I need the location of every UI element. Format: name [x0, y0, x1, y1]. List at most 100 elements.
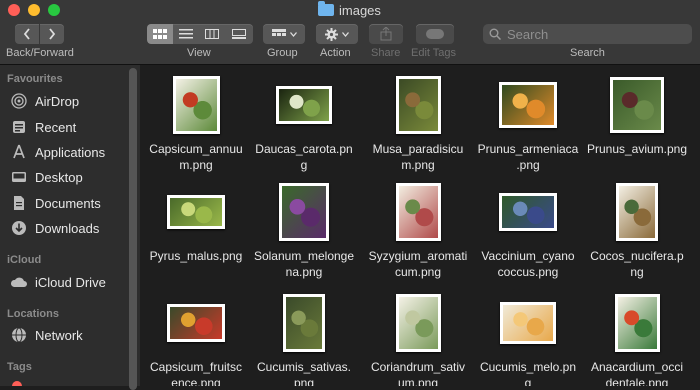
file-item[interactable]: Musa_paradisicu m.png [363, 65, 473, 172]
sidebar-item-documents[interactable]: Documents [10, 192, 101, 214]
file-name-line1: Capsicum_annuu [149, 142, 243, 156]
file-name-line2: na.png [285, 265, 323, 279]
file-thumbnail[interactable] [614, 294, 660, 352]
file-name-line1: Vaccinium_cyano [481, 249, 575, 263]
icon-view-button[interactable] [147, 24, 173, 44]
file-item[interactable]: Capsicum_fruitsc ence.png [141, 283, 251, 386]
file-name-line1: Anacardium_occi [590, 360, 684, 374]
cloud-icon [10, 273, 28, 291]
locations-header: Locations [7, 308, 59, 320]
file-thumbnail[interactable] [276, 86, 332, 124]
share-button[interactable] [369, 24, 403, 44]
back-button[interactable] [15, 24, 39, 44]
chevron-down-icon [289, 31, 297, 37]
search-icon [489, 28, 501, 40]
sidebar-scrollbar[interactable] [129, 68, 137, 390]
applications-icon [10, 143, 28, 161]
sidebar-item-applications[interactable]: Applications [10, 141, 105, 163]
file-thumbnail[interactable] [395, 294, 441, 352]
globe-icon [10, 326, 28, 344]
thumbnail-image [503, 305, 553, 341]
file-item[interactable]: Solanum_melonge na.png [249, 172, 359, 279]
tags-header: Tags [7, 361, 32, 373]
document-icon [10, 194, 28, 212]
file-name-line2: dentale.png [605, 376, 669, 386]
file-item[interactable]: Pyrus_malus.png [141, 172, 251, 279]
action-button[interactable] [316, 24, 358, 44]
file-grid: Capsicum_annuu m.png Daucas_carota.pn g Musa… [141, 65, 700, 386]
file-name-line2: m.png [401, 158, 435, 172]
close-window-button[interactable] [8, 4, 20, 16]
file-thumbnail[interactable] [499, 193, 557, 231]
sidebar-item-recent[interactable]: Recent [10, 116, 76, 138]
sidebar-item-label: Recent [35, 119, 77, 135]
forward-button[interactable] [40, 24, 64, 44]
view-label: View [187, 47, 211, 59]
window-title-text: images [339, 2, 381, 18]
file-thumbnail[interactable] [395, 183, 441, 241]
sidebar: Favourites AirDrop Recent Applications D… [0, 65, 140, 386]
file-thumbnail[interactable] [610, 77, 664, 133]
file-item[interactable]: Prunus_avium.png [582, 65, 692, 172]
file-thumbnail[interactable] [279, 183, 329, 241]
thumbnail-image [398, 186, 438, 238]
file-item[interactable]: Cucumis_sativas.png [249, 283, 359, 386]
folder-icon [318, 1, 334, 16]
thumbnail-image [170, 307, 222, 339]
icloud-header: iCloud [7, 254, 42, 266]
minimize-window-button[interactable] [28, 4, 40, 16]
file-name-line2: cum.png [394, 265, 442, 279]
group-button[interactable] [263, 24, 305, 44]
file-item[interactable]: Daucas_carota.pn g [249, 65, 359, 172]
columns-icon [205, 29, 219, 39]
file-name-line2: um.png [397, 376, 439, 386]
tag-red-dot[interactable] [12, 381, 22, 386]
file-item[interactable]: Anacardium_occi dentale.png [582, 283, 692, 386]
edit-tags-button[interactable] [416, 24, 454, 44]
gallery-icon [232, 29, 246, 39]
file-item[interactable]: Prunus_armeniaca .png [473, 65, 583, 172]
file-item[interactable]: Vaccinium_cyano coccus.png [473, 172, 583, 279]
file-thumbnail[interactable] [172, 76, 220, 134]
file-thumbnail[interactable] [395, 76, 441, 134]
sidebar-item-desktop[interactable]: Desktop [10, 166, 83, 188]
share-label: Share [371, 47, 401, 59]
file-item[interactable]: Cocos_nucifera.p ng [582, 172, 692, 279]
file-item[interactable]: Cucumis_melo.pn g [473, 283, 583, 386]
group-label: Group [267, 47, 298, 59]
desktop-icon [10, 168, 28, 186]
file-name-line1: Coriandrum_sativ [370, 360, 466, 374]
thumbnail-image [613, 80, 661, 130]
gallery-view-button[interactable] [225, 24, 253, 44]
file-name-line2: g [524, 376, 532, 386]
file-thumbnail[interactable] [283, 294, 325, 352]
search-input[interactable] [505, 25, 679, 43]
file-thumbnail[interactable] [167, 195, 225, 229]
file-thumbnail[interactable] [167, 304, 225, 342]
list-view-button[interactable] [173, 24, 199, 44]
file-thumbnail[interactable] [616, 183, 658, 241]
sidebar-item-label: Documents [35, 195, 101, 211]
sidebar-item-icloud-drive[interactable]: iCloud Drive [10, 271, 106, 293]
list-icon [179, 29, 193, 39]
search-field[interactable] [483, 24, 692, 44]
column-view-button[interactable] [199, 24, 225, 44]
thumbnail-image [398, 79, 438, 131]
file-thumbnail[interactable] [499, 82, 557, 128]
file-item[interactable]: Syzygium_aromati cum.png [363, 172, 473, 279]
view-mode-control[interactable] [147, 24, 253, 44]
action-label: Action [320, 47, 351, 59]
file-item[interactable]: Coriandrum_sativ um.png [363, 283, 473, 386]
file-name-line2: m.png [179, 158, 213, 172]
grid-icon [153, 29, 167, 39]
file-thumbnail[interactable] [500, 302, 556, 344]
file-name-line2: png [293, 376, 315, 386]
sidebar-item-downloads[interactable]: Downloads [10, 217, 99, 239]
chevron-left-icon [23, 28, 30, 40]
zoom-window-button[interactable] [48, 4, 60, 16]
sidebar-item-airdrop[interactable]: AirDrop [10, 90, 79, 112]
file-item[interactable]: Capsicum_annuu m.png [141, 65, 251, 172]
file-name-line1: Pyrus_malus.png [149, 249, 243, 263]
sidebar-item-network[interactable]: Network [10, 324, 83, 346]
file-name-line1: Cucumis_sativas. [256, 360, 352, 374]
